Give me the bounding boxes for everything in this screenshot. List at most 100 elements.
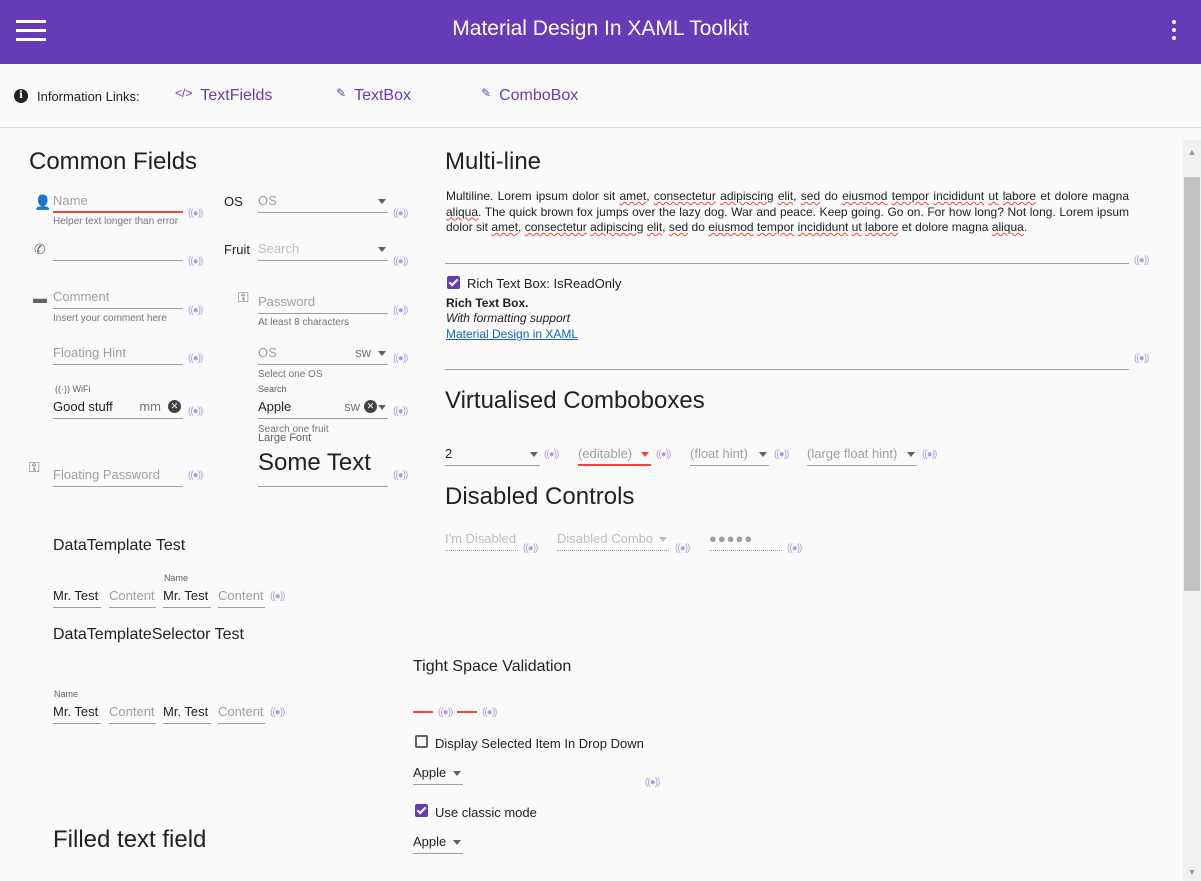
misspelled-word: adipiscing (720, 189, 774, 203)
misspelled-word: adipiscing (590, 220, 644, 234)
misspelled-word: sed (800, 189, 821, 203)
large-font-field[interactable]: Some Text (258, 448, 388, 487)
password-helper-text: At least 8 characters (258, 317, 350, 328)
misspelled-word: ut (988, 189, 999, 203)
name-field[interactable]: Name (53, 191, 183, 213)
readonly-checkbox[interactable] (447, 276, 460, 289)
phone-icon: ✆ (34, 241, 46, 257)
fruit-combobox[interactable]: Search (258, 239, 388, 261)
tight-combo-b[interactable]: Apple (413, 832, 463, 854)
misspelled-word: amet (619, 189, 647, 203)
eye-icon[interactable]: ((●)) (1134, 354, 1150, 364)
floating-hint-field[interactable]: Floating Hint (53, 343, 183, 365)
comment-icon: ▬ (33, 290, 47, 306)
os-combobox-suffix[interactable]: OS sw (258, 343, 388, 365)
eye-icon[interactable]: ((●)) (188, 209, 204, 219)
eye-icon[interactable]: ((●)) (544, 450, 560, 460)
misspelled-word: tempor (891, 189, 930, 203)
selector-content-2[interactable]: Content (218, 702, 265, 724)
datatemplateselector-test-title: DataTemplateSelector Test (53, 626, 244, 643)
scrollbar-thumb[interactable] (1184, 177, 1200, 591)
eye-icon[interactable]: ((●)) (393, 257, 409, 267)
tight-field-1[interactable] (413, 711, 433, 713)
virtualised-combo-editable[interactable]: (editable) (578, 444, 651, 466)
pencil-icon: ✎ (481, 86, 492, 100)
misspelled-word: tempor (756, 220, 795, 234)
link-combobox[interactable]: ✎ ComboBox (481, 86, 578, 105)
rich-textbox-underline (445, 369, 1129, 370)
display-selected-checkbox[interactable] (415, 735, 428, 748)
tight-field-2[interactable] (457, 711, 477, 713)
floating-password-field[interactable]: Floating Password (53, 465, 183, 487)
eye-icon: ((●)) (675, 543, 690, 554)
eye-icon[interactable]: ((●)) (438, 708, 454, 718)
eye-icon[interactable]: ((●)) (645, 778, 661, 788)
selector-name-1[interactable]: Mr. Test (53, 702, 101, 724)
eye-icon[interactable]: ((●)) (270, 592, 286, 602)
datatemplate-name-1[interactable]: Mr. Test (53, 586, 101, 608)
search-combobox[interactable]: Apple sw ✕ (258, 397, 388, 419)
os-combobox[interactable]: OS (258, 191, 388, 213)
eye-icon[interactable]: ((●)) (188, 354, 204, 364)
password-field[interactable]: Password (258, 292, 388, 314)
eye-icon[interactable]: ((●)) (393, 306, 409, 316)
misspelled-word: aliqua (446, 204, 479, 219)
eye-icon[interactable]: ((●)) (188, 407, 204, 417)
text-run: do (688, 220, 709, 234)
misspelled-word: elit (646, 220, 663, 234)
search-label: Search (258, 384, 287, 394)
eye-icon[interactable]: ((●)) (482, 708, 498, 718)
tight-space-validation-title: Tight Space Validation (413, 658, 572, 675)
virtualised-comboboxes-heading: Virtualised Comboboxes (445, 387, 705, 414)
os-helper-text: Select one OS (258, 369, 323, 380)
eye-icon[interactable]: ((●)) (270, 708, 286, 718)
eye-icon[interactable]: ((●)) (393, 354, 409, 364)
eye-icon[interactable]: ((●)) (922, 450, 938, 460)
virtualised-combo-large-float-hint[interactable]: (large float hint) (807, 444, 917, 466)
pencil-icon: ✎ (336, 86, 347, 100)
common-fields-heading: Common Fields (29, 148, 198, 175)
eye-icon[interactable]: ((●)) (656, 450, 672, 460)
selector-name-2[interactable]: Mr. Test (163, 702, 211, 724)
text-run: do (820, 189, 843, 203)
eye-icon[interactable]: ((●)) (188, 471, 204, 481)
clear-icon[interactable]: ✕ (168, 400, 181, 413)
eye-icon[interactable]: ((●)) (188, 306, 204, 316)
name-label: Name (164, 573, 189, 583)
multiline-textbox[interactable]: Multiline. Lorem ipsum dolor sit amet, c… (446, 189, 1129, 236)
comment-field[interactable]: Comment (53, 287, 183, 309)
eye-icon[interactable]: ((●)) (1134, 256, 1150, 266)
selector-content-1[interactable]: Content (109, 702, 156, 724)
misspelled-word: incididunt (933, 189, 985, 203)
scroll-down-icon[interactable]: ▼ (1184, 864, 1200, 880)
eye-icon[interactable]: ((●)) (393, 407, 409, 417)
link-textbox[interactable]: ✎ TextBox (336, 86, 411, 105)
datatemplate-content-2[interactable]: Content (218, 586, 265, 608)
misspelled-word: elit (777, 189, 794, 203)
disabled-controls-heading: Disabled Controls (445, 483, 635, 510)
misspelled-word: consectetur (524, 220, 587, 234)
wifi-field[interactable]: Good stuff mm ✕ (53, 397, 183, 419)
eye-icon[interactable]: ((●)) (774, 450, 790, 460)
tight-combo-a[interactable]: Apple (413, 763, 463, 785)
misspelled-word: consectetur (653, 189, 716, 203)
datatemplate-content-1[interactable]: Content (109, 586, 156, 608)
rich-text-link[interactable]: Material Design in XAML (446, 327, 578, 341)
scroll-up-icon[interactable]: ▲ (1184, 144, 1200, 160)
classic-mode-checkbox[interactable] (415, 804, 428, 817)
virtualised-combo-1[interactable]: 2 (445, 444, 540, 466)
eye-icon[interactable]: ((●)) (393, 209, 409, 219)
information-links-label: Information Links: (37, 89, 140, 104)
virtualised-combo-float-hint[interactable]: (float hint) (690, 444, 769, 466)
phone-field[interactable] (53, 239, 183, 261)
info-icon: i (14, 89, 28, 103)
link-textfields[interactable]: </> TextFields (175, 86, 272, 105)
clear-icon[interactable]: ✕ (364, 400, 377, 413)
more-vert-icon[interactable] (1171, 20, 1177, 40)
eye-icon[interactable]: ((●)) (393, 471, 409, 481)
rich-text-bold: Rich Text Box. (446, 296, 529, 310)
eye-icon[interactable]: ((●)) (188, 257, 204, 267)
name-label: Name (54, 689, 79, 699)
readonly-checkbox-label: Rich Text Box: IsReadOnly (467, 276, 622, 291)
datatemplate-name-2[interactable]: Mr. Test (163, 586, 211, 608)
